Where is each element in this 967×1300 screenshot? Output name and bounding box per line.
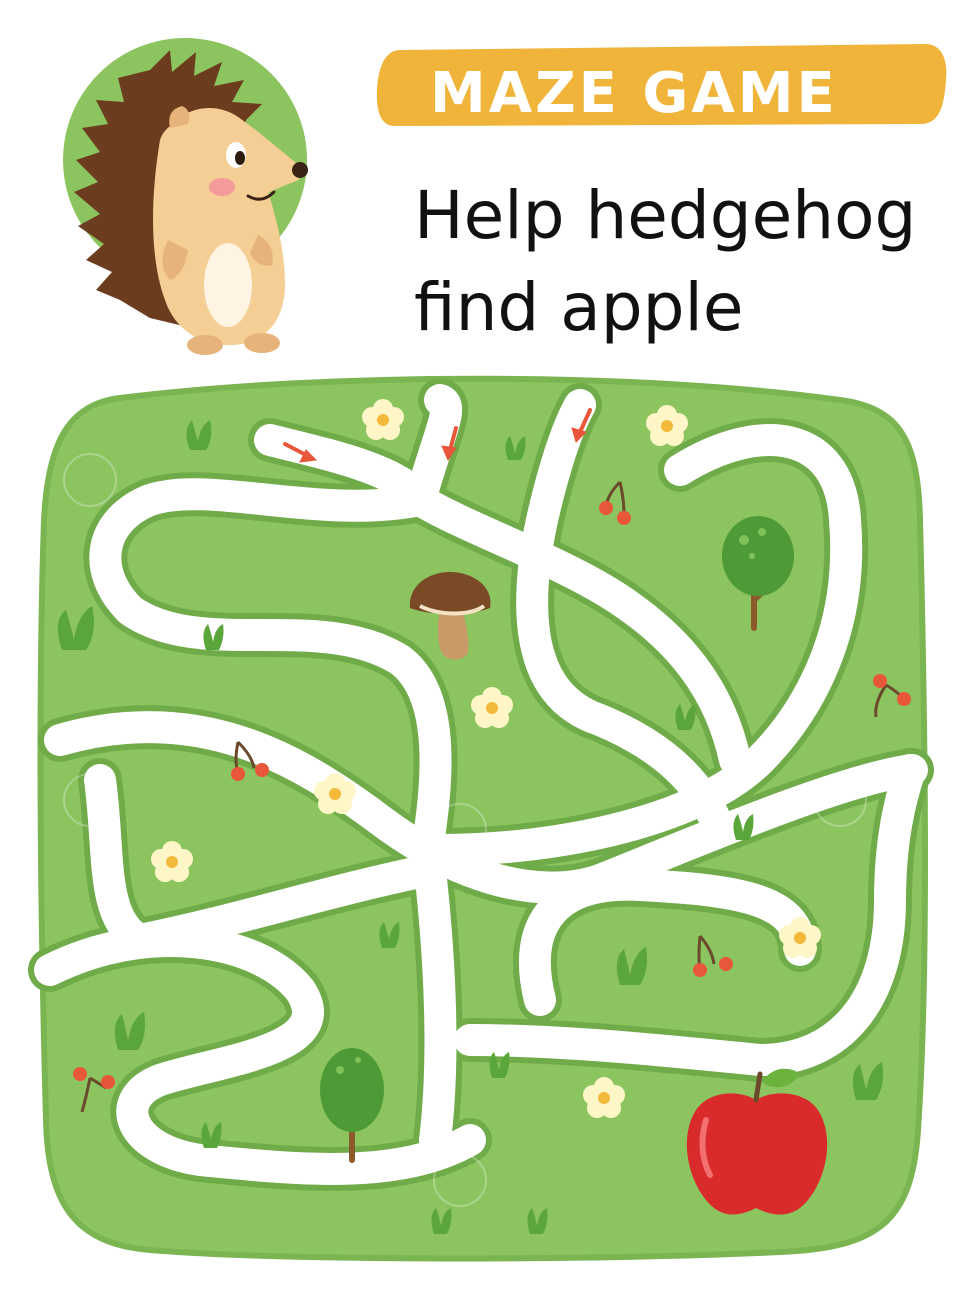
hedgehog-foot-right xyxy=(244,333,280,353)
title-banner: MAZE GAME xyxy=(376,44,947,126)
hedgehog-badge xyxy=(63,38,308,355)
hedgehog-belly xyxy=(204,243,252,327)
maze-worksheet: MAZE GAME Help hedgehog find apple xyxy=(28,38,947,1262)
hedgehog-cheek xyxy=(209,178,235,196)
hedgehog-eye xyxy=(235,151,245,165)
banner-label: MAZE GAME xyxy=(430,61,838,126)
instruction-line-1: Help hedgehog xyxy=(414,177,916,254)
instruction-line-2: find apple xyxy=(414,269,743,346)
hedgehog-foot xyxy=(187,335,223,355)
hedgehog-nose xyxy=(292,162,308,178)
